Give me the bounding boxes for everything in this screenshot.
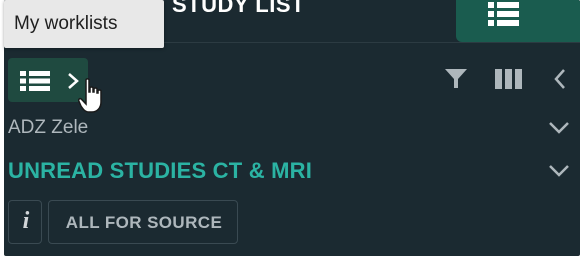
list-icon [484,0,524,39]
filter-icon[interactable] [444,68,468,95]
my-worklists-tooltip: My worklists [4,0,164,48]
info-icon: i [22,208,30,234]
study-list-tab[interactable] [456,0,580,42]
chip-label: ALL FOR SOURCE [65,213,223,232]
source-selected-value: ADZ Zele [8,117,89,138]
page-title: STUDY LIST [172,0,305,17]
my-worklists-button[interactable] [8,58,88,102]
chevron-left-icon[interactable] [552,68,568,95]
chevron-down-icon [548,121,570,140]
hand-cursor-icon [77,78,108,119]
list-icon [20,71,52,96]
worklist-selected-value: UNREAD STUDIES CT & MRI [8,158,313,183]
chevron-down-icon [548,164,570,183]
all-for-source-chip[interactable]: ALL FOR SOURCE [48,200,238,244]
columns-icon[interactable] [494,68,524,95]
worklist-select[interactable]: UNREAD STUDIES CT & MRI [4,155,580,187]
info-button[interactable]: i [8,200,42,244]
source-select[interactable]: ADZ Zele [4,115,580,145]
